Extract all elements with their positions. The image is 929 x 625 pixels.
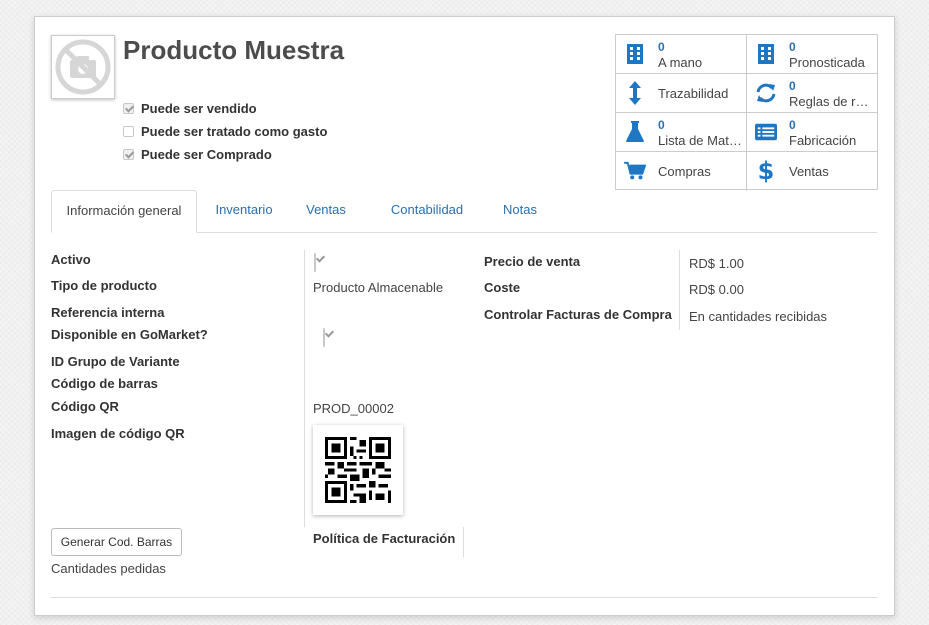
smart-button-reorder-rules[interactable]: 0 Reglas de re… [747,74,878,113]
field-label-variant-group: ID Grupo de Variante [51,354,180,369]
field-label-product-type: Tipo de producto [51,278,157,293]
product-title: Producto Muestra [123,35,345,65]
tab-general-info[interactable]: Información general [51,190,197,233]
activo-checkbox[interactable] [314,253,316,272]
flask-icon [624,121,646,143]
qr-code-image[interactable] [313,425,403,515]
qr-code-icon [325,437,391,503]
field-label-barcode: Código de barras [51,376,158,391]
checkbox-can-be-sold[interactable]: Puede ser vendido [123,101,257,116]
smart-button-label: A mano [658,55,703,70]
generate-barcode-button[interactable]: Generar Cod. Barras [51,528,182,556]
smart-button-count: 0 [658,118,665,132]
no-camera-icon [55,39,111,95]
smart-button-label: Reglas de re… [789,94,875,109]
purchase-control-value[interactable]: En cantidades recibidas [689,309,827,324]
cost-value[interactable]: RD$ 0.00 [689,282,744,297]
column-divider [679,250,680,330]
sale-price-value[interactable]: RD$ 1.00 [689,256,744,271]
notebook-tabs: Información general Inventario Ventas Co… [51,190,877,233]
checkbox-unchecked-icon[interactable] [123,126,134,137]
tab-notes[interactable]: Notas [491,190,549,232]
smart-button-on-hand[interactable]: 0 A mano [616,35,747,74]
field-label-sale-price: Precio de venta [484,254,581,269]
checkbox-checked-icon[interactable] [123,149,134,160]
product-image-placeholder[interactable] [51,35,115,99]
smart-button-sales[interactable]: $ Ventas [747,152,878,191]
smart-button-box: 0 A mano 0 Pronosticada Trazabilidad 0 R… [615,34,878,191]
field-label-invoicing-policy: Política de Facturación [313,531,456,546]
field-label-activo: Activo [51,252,91,267]
field-label-cost: Coste [484,280,521,295]
tab-inventory[interactable]: Inventario [201,190,287,232]
field-label-qr-image: Imagen de código QR [51,426,185,441]
smart-button-traceability[interactable]: Trazabilidad [616,74,747,113]
smart-button-label: Lista de Mat… [658,133,742,148]
smart-button-label: Fabricación [789,133,857,148]
smart-button-forecasted[interactable]: 0 Pronosticada [747,35,878,74]
smart-button-count: 0 [789,118,796,132]
smart-button-label: Pronosticada [789,55,865,70]
cart-icon [624,160,646,182]
checkbox-can-be-expensed[interactable]: Puede ser tratado como gasto [123,124,327,139]
building-icon [624,43,646,65]
checkbox-label: Puede ser Comprado [141,147,272,162]
tab-sales[interactable]: Ventas [291,190,361,232]
smart-button-count: 0 [789,40,796,54]
field-label-gomarket: Disponible en GoMarket? [51,327,208,342]
checkbox-label: Puede ser vendido [141,101,257,116]
arrows-vertical-icon [624,81,646,105]
tab-accounting[interactable]: Contabilidad [373,190,481,232]
checkbox-checked-icon[interactable] [123,103,134,114]
checkbox-label: Puede ser tratado como gasto [141,124,328,139]
smart-button-count: 0 [658,40,665,54]
bottom-divider [51,597,877,598]
invoicing-divider [463,527,464,557]
smart-button-label: Trazabilidad [658,86,729,101]
field-label-internal-ref: Referencia interna [51,305,165,320]
product-type-value[interactable]: Producto Almacenable [313,280,443,295]
smart-button-label: Ventas [789,164,829,179]
building-icon [755,43,777,65]
smart-button-bom[interactable]: 0 Lista de Mat… [616,113,747,152]
list-icon [755,121,777,143]
dollar-icon: $ [757,157,775,185]
qr-code-value[interactable]: PROD_00002 [313,401,394,416]
product-form-sheet: Producto Muestra Puede ser vendido Puede… [34,16,895,616]
cantidades-pedidas-label: Cantidades pedidas [51,561,166,576]
smart-button-label: Compras [658,164,711,179]
smart-button-manufacturing[interactable]: 0 Fabricación [747,113,878,152]
smart-button-purchases[interactable]: Compras [616,152,747,191]
checkbox-can-be-purchased[interactable]: Puede ser Comprado [123,147,272,162]
field-label-qr-code: Código QR [51,399,119,414]
column-divider [304,250,305,527]
gomarket-checkbox[interactable] [323,328,325,347]
smart-button-count: 0 [789,79,796,93]
field-label-purchase-control: Controlar Facturas de Compra [484,307,672,322]
refresh-icon [755,82,777,104]
